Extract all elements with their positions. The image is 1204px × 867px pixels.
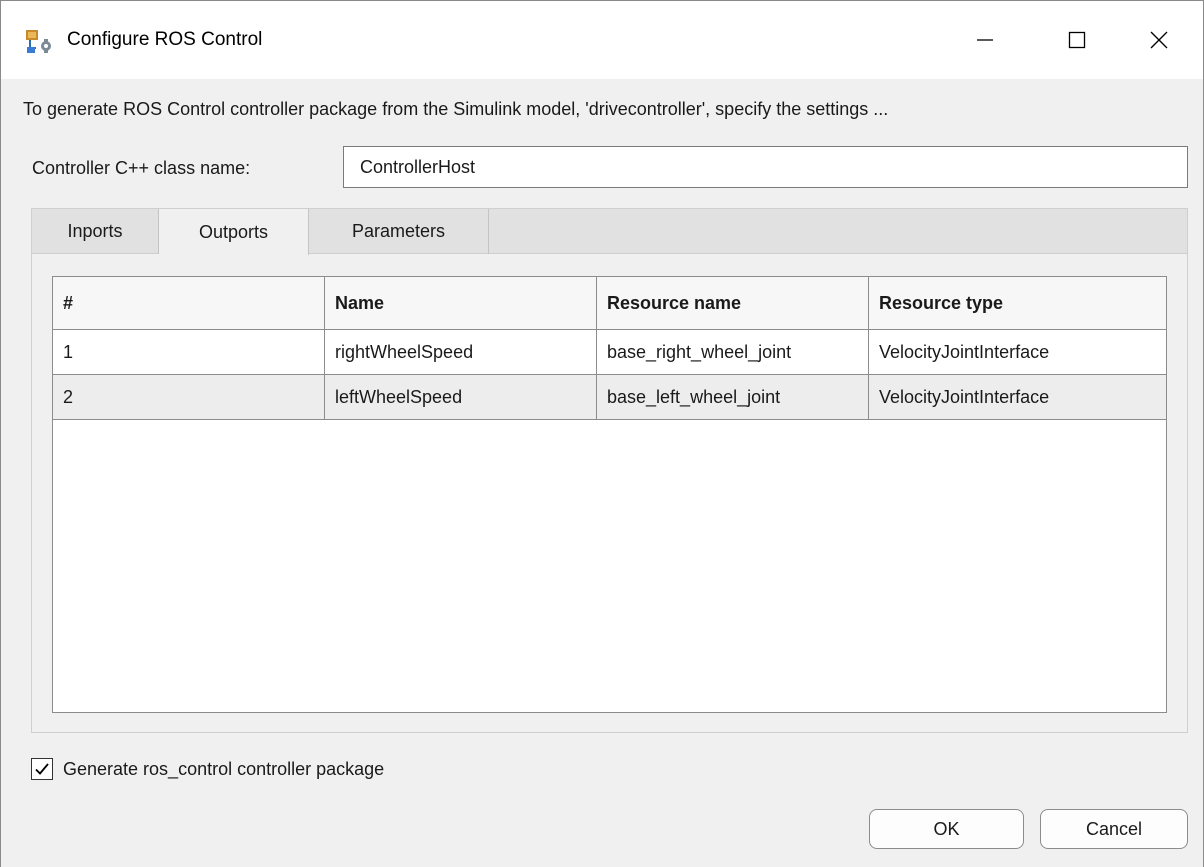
tab-inports[interactable]: Inports	[32, 209, 159, 254]
table-cell-index: 1	[53, 330, 325, 374]
table-cell-resource-type[interactable]: VelocityJointInterface	[869, 375, 1166, 419]
cancel-button[interactable]: Cancel	[1040, 809, 1188, 849]
table-cell-resource-type[interactable]: VelocityJointInterface	[869, 330, 1166, 374]
column-header-resource-type[interactable]: Resource type	[869, 277, 1166, 329]
simulink-ros-app-icon	[25, 29, 55, 55]
table-row[interactable]: 1 rightWheelSpeed base_right_wheel_joint…	[53, 330, 1166, 375]
table-row[interactable]: 2 leftWheelSpeed base_left_wheel_joint V…	[53, 375, 1166, 420]
window-title: Configure ROS Control	[67, 29, 263, 50]
maximize-icon	[1068, 31, 1086, 49]
port-tab-panel: Inports Outports Parameters # Name Resou…	[31, 208, 1188, 733]
maximize-button[interactable]	[1031, 1, 1123, 79]
generate-package-label[interactable]: Generate ros_control controller package	[63, 759, 384, 780]
tab-outports[interactable]: Outports	[159, 209, 309, 255]
tab-strip: Inports Outports Parameters	[32, 209, 1187, 255]
minimize-button[interactable]	[939, 1, 1031, 79]
column-header-index[interactable]: #	[53, 277, 325, 329]
description-text: To generate ROS Control controller packa…	[23, 99, 889, 119]
column-header-resource-name[interactable]: Resource name	[597, 277, 869, 329]
class-name-input[interactable]	[343, 146, 1188, 188]
class-name-label: Controller C++ class name:	[32, 158, 251, 178]
configure-ros-control-dialog: Configure ROS Control To generate ROS Co…	[0, 0, 1204, 867]
ok-button[interactable]: OK	[869, 809, 1024, 849]
table-cell-name: rightWheelSpeed	[325, 330, 597, 374]
table-header-row: # Name Resource name Resource type	[53, 277, 1166, 330]
minimize-icon	[977, 39, 993, 41]
title-bar: Configure ROS Control	[1, 1, 1203, 79]
column-header-name[interactable]: Name	[325, 277, 597, 329]
table-cell-index: 2	[53, 375, 325, 419]
table-cell-resource-name[interactable]: base_left_wheel_joint	[597, 375, 869, 419]
close-icon	[1150, 31, 1168, 49]
table-cell-name: leftWheelSpeed	[325, 375, 597, 419]
outports-table: # Name Resource name Resource type 1 rig…	[52, 276, 1167, 713]
checkmark-icon	[35, 763, 49, 775]
close-button[interactable]	[1113, 1, 1204, 79]
generate-package-option[interactable]: Generate ros_control controller package	[31, 758, 384, 780]
table-cell-resource-name[interactable]: base_right_wheel_joint	[597, 330, 869, 374]
generate-package-checkbox[interactable]	[31, 758, 53, 780]
tab-parameters[interactable]: Parameters	[309, 209, 489, 254]
